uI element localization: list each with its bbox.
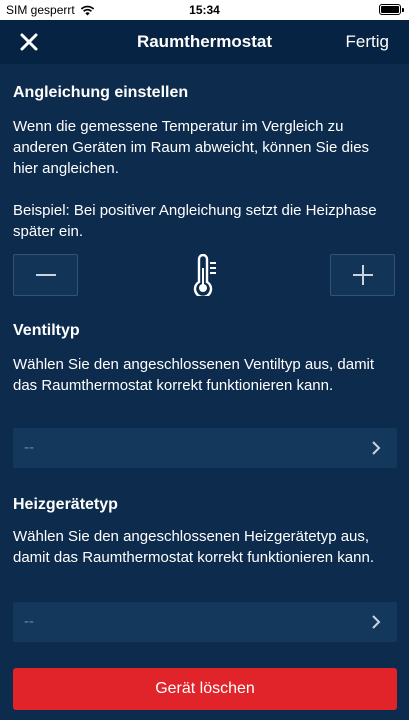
clock: 15:34: [189, 3, 220, 17]
minus-icon: [35, 274, 56, 276]
chevron-right-icon: [372, 441, 381, 455]
decrease-button[interactable]: [13, 254, 78, 296]
navigation-bar: Raumthermostat Fertig: [0, 20, 409, 64]
increase-button[interactable]: [330, 254, 395, 296]
calibration-example: Beispiel: Bei positiver Angleichung setz…: [13, 202, 377, 240]
valve-type-description: Wählen Sie den angeschlossenen Ventiltyp…: [13, 356, 375, 394]
heater-type-description: Wählen Sie den angeschlossenen Heizgerät…: [13, 528, 375, 566]
status-bar: SIM gesperrt 15:34: [0, 0, 409, 20]
settings-content: Angleichung einstellen Wenn die gemessen…: [0, 64, 409, 720]
chevron-right-icon: [372, 615, 381, 629]
heater-type-select[interactable]: --: [13, 602, 397, 642]
battery-icon: [379, 4, 404, 15]
delete-device-button[interactable]: Gerät löschen: [13, 668, 397, 710]
plus-icon: [352, 265, 373, 285]
thermometer-icon: [193, 254, 216, 296]
valve-type-value: --: [24, 439, 34, 456]
valve-type-title: Ventiltyp: [13, 322, 80, 339]
battery-level: [381, 6, 399, 13]
done-button[interactable]: Fertig: [346, 32, 389, 52]
heater-type-value: --: [24, 613, 34, 630]
calibration-title: Angleichung einstellen: [13, 84, 189, 101]
heater-type-title: Heizgerätetyp: [13, 496, 118, 513]
valve-type-select[interactable]: --: [13, 428, 397, 468]
calibration-description: Wenn die gemessene Temperatur im Verglei…: [13, 118, 370, 177]
